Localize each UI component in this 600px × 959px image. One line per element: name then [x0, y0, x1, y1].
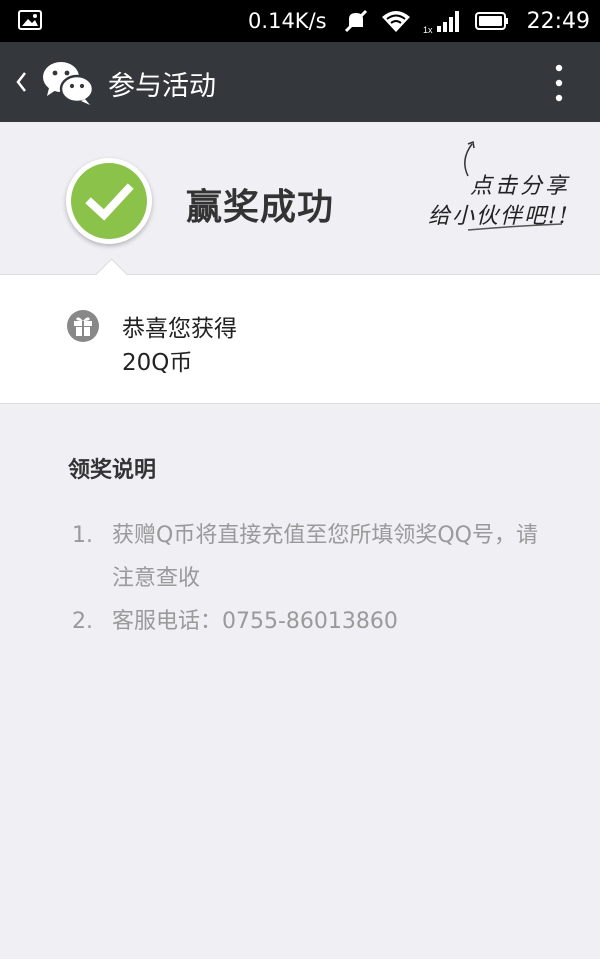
- share-hint[interactable]: 点击分享 给小伙伴吧!!: [424, 130, 584, 250]
- instructions-list: 1. 获赠Q币将直接充值至您所填领奖QQ号，请注意查收 2. 客服电话：0755…: [72, 514, 542, 643]
- check-badge: [66, 158, 152, 244]
- action-bar-title: 参与活动: [108, 71, 216, 102]
- image-notification-icon: [18, 10, 42, 30]
- network-speed: 0.14K/s: [248, 9, 327, 33]
- wechat-logo-icon[interactable]: [42, 60, 94, 106]
- list-item-number: 2.: [72, 609, 93, 634]
- prize-value: 20Q币: [122, 350, 193, 376]
- battery-icon: [474, 12, 509, 30]
- list-item-text: 获赠Q币将直接充值至您所填领奖QQ号，请注意查收: [112, 523, 538, 591]
- page-title: 赢奖成功: [186, 187, 335, 228]
- share-hint-line1: 点击分享: [470, 174, 571, 199]
- more-icon[interactable]: [554, 64, 564, 102]
- success-header: 赢奖成功 点击分享 给小伙伴吧!!: [0, 122, 600, 274]
- signal-icon: 1x: [423, 8, 463, 34]
- instructions-title: 领奖说明: [68, 458, 157, 483]
- list-item: 2. 客服电话：0755-86013860: [72, 600, 542, 643]
- list-item-number: 1.: [72, 523, 93, 548]
- status-bar: 0.14K/s 1x 22:49: [0, 0, 600, 42]
- wifi-icon: [381, 10, 411, 32]
- signal-badge: 1x: [423, 25, 433, 34]
- checkmark-icon: [71, 163, 147, 239]
- prize-label: 恭喜您获得: [122, 316, 237, 342]
- back-icon[interactable]: [14, 70, 28, 94]
- list-item-text: 客服电话：0755-86013860: [112, 609, 398, 634]
- prize-card: 恭喜您获得 20Q币: [0, 258, 600, 404]
- list-item: 1. 获赠Q币将直接充值至您所填领奖QQ号，请注意查收: [72, 514, 542, 600]
- gift-icon: [67, 310, 99, 342]
- action-bar: 参与活动: [0, 42, 600, 122]
- clock: 22:49: [526, 8, 590, 34]
- share-hint-line2: 给小伙伴吧!!: [428, 204, 570, 229]
- mute-icon: [343, 9, 369, 33]
